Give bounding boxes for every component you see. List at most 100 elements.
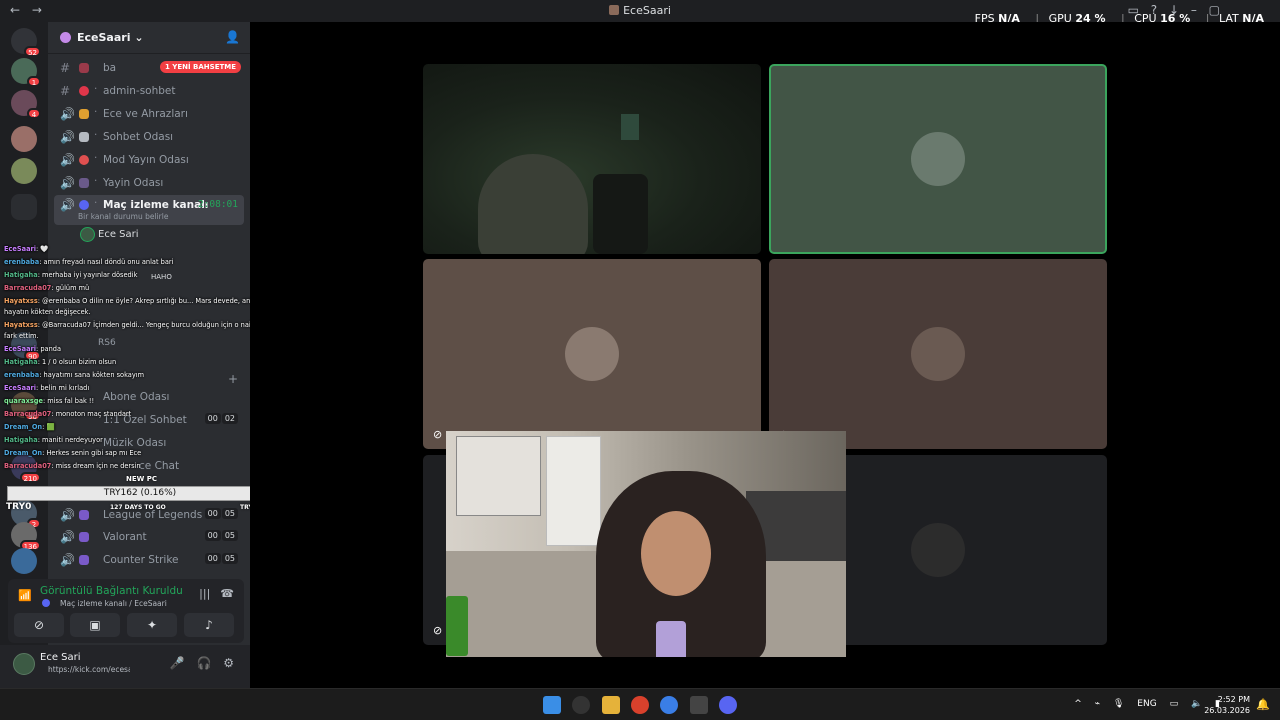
speaker-icon: 🔊 — [60, 107, 75, 121]
chat-text: fark ettim. — [4, 332, 39, 340]
signal-icon[interactable]: 📶 — [18, 589, 32, 602]
channel-emoji — [79, 109, 89, 119]
chat-username: Barracuda07 — [4, 462, 52, 470]
notification-icon[interactable]: 🔔 — [1256, 698, 1270, 711]
bottle — [656, 621, 686, 657]
channel-label: Müzik Odası — [103, 437, 167, 449]
channel-label: Maç izleme kanalı — [103, 199, 209, 211]
chat-message: Hatigaha: maniti nerdeyuyor — [4, 436, 103, 444]
discord-icon[interactable] — [719, 696, 737, 714]
voice-location[interactable]: Maç izleme kanalı / EceSaari — [60, 599, 167, 608]
soundboard-button[interactable]: ♪ — [184, 613, 234, 637]
taskbar-app-icon[interactable] — [660, 696, 678, 714]
server-icon[interactable] — [11, 158, 37, 184]
channel-emoji — [79, 200, 89, 210]
voice-status[interactable]: Görüntülü Bağlantı Kuruldu — [40, 585, 183, 597]
microphone-icon[interactable]: 🎙 — [1113, 699, 1124, 709]
chat-username: Dream_On — [4, 449, 43, 457]
channel-item[interactable]: 🔊 · Ece ve Ahrazları — [54, 104, 244, 124]
channel-item[interactable]: 🔊 · Yayin Odası — [54, 173, 244, 193]
chat-message: Barracuda07: miss dream için ne dersin — [4, 462, 141, 470]
new-mention-pill[interactable]: 1 YENİ BAHSETME — [160, 61, 242, 73]
channel-item[interactable]: 🔊 · Sohbet Odası — [54, 127, 244, 147]
folder-icon[interactable] — [11, 194, 37, 220]
user-limit: 00 02 — [204, 413, 238, 424]
avatar — [911, 327, 965, 381]
user-name[interactable]: Ece Sari — [40, 652, 81, 663]
chat-username: EceSaari — [4, 345, 37, 353]
server-icon[interactable]: 4 — [11, 90, 41, 119]
clock-date: 26.03.2026 — [1204, 706, 1250, 715]
speaker-icon: 🔊 — [60, 176, 75, 190]
channel-emoji — [79, 510, 89, 520]
chat-text: : panda — [36, 345, 61, 353]
server-icon[interactable] — [11, 548, 37, 574]
channel-status[interactable]: Bir kanal durumu belirle — [78, 212, 168, 221]
chrome-icon[interactable] — [631, 696, 649, 714]
video-tile-camera[interactable] — [423, 64, 761, 254]
video-tile-speaking[interactable] — [769, 64, 1107, 254]
voice-user[interactable]: Ece Sari — [80, 227, 139, 242]
activities-button[interactable]: ✦ — [127, 613, 177, 637]
channel-label: admin-sohbet — [103, 85, 176, 97]
can — [446, 596, 468, 656]
add-member-icon[interactable]: 👤 — [225, 30, 240, 44]
server-icon[interactable]: 1 — [11, 58, 41, 87]
gear-icon[interactable]: ⚙ — [223, 656, 234, 670]
microphone-icon[interactable]: 🎤 — [170, 656, 185, 670]
system-tray: ^ ⌁ 🎙 ENG ▭ 🔈 ▮ — [1064, 699, 1220, 709]
avatar — [911, 132, 965, 186]
channel-emoji — [79, 63, 89, 73]
noise-suppression-icon[interactable]: ||| — [199, 587, 210, 600]
chat-text: : merhaba iyi yayınlar dösedik — [37, 271, 138, 279]
taskbar-app-icon[interactable] — [572, 696, 590, 714]
channel-item[interactable]: 🔊 Counter Strike 00 05 — [54, 550, 244, 570]
disconnect-icon[interactable]: ☎ — [220, 587, 234, 600]
chat-text: : amın freyadı nasıl döndü onu anlat bar… — [39, 258, 174, 266]
channel-label: Counter Strike — [103, 554, 179, 566]
screen-share-button[interactable]: ▣ — [70, 613, 120, 637]
camera-off-button[interactable]: ⊘ — [14, 613, 64, 637]
channel-label: Ece ve Ahrazları — [103, 108, 188, 120]
chat-text: : 🟩 — [42, 423, 55, 431]
chat-username: EceSaari — [4, 384, 37, 392]
voice-user-name: Ece Sari — [98, 229, 139, 240]
server-icon[interactable]: 136 — [11, 522, 41, 551]
channel-dot: · — [94, 152, 98, 164]
user-limit: 00 05 — [204, 553, 238, 564]
unread-badge: 4 — [27, 108, 41, 119]
channel-item[interactable]: 🔊 Valorant 00 05 — [54, 527, 244, 547]
channel-item[interactable]: # · admin-sohbet — [54, 81, 244, 101]
volume-icon[interactable]: 🔈 — [1191, 699, 1202, 709]
participant-video — [478, 154, 588, 254]
monitor-icon[interactable]: ▭ — [1170, 699, 1179, 709]
user-limit: 00 05 — [204, 508, 238, 519]
window-title-text: EceSaari — [623, 4, 671, 17]
taskbar: ^ ⌁ 🎙 ENG ▭ 🔈 ▮ 2:52 PM 26.03.2026 🔔 — [0, 688, 1280, 720]
wall-frame — [621, 114, 639, 140]
discord-home-button[interactable]: 52 — [11, 28, 41, 57]
chevron-up-icon[interactable]: ^ — [1074, 699, 1082, 709]
taskbar-app-icon[interactable] — [690, 696, 708, 714]
start-button[interactable] — [543, 696, 561, 714]
clock[interactable]: 2:52 PM 26.03.2026 — [1204, 694, 1250, 716]
avatar — [565, 327, 619, 381]
headphones-icon[interactable]: 🎧 — [196, 656, 211, 670]
gaming-chair — [593, 174, 648, 254]
door — [546, 436, 601, 546]
avatar[interactable] — [13, 653, 35, 675]
user-max: 05 — [221, 508, 238, 519]
unread-badge: 210 — [19, 472, 41, 483]
file-explorer-icon[interactable] — [602, 696, 620, 714]
channel-item-active[interactable]: 🔊 · Maç izleme kanalı 2:08:01 Bir kanal … — [54, 195, 244, 225]
add-channel-icon[interactable]: + — [228, 372, 238, 386]
network-icon[interactable]: ⌁ — [1095, 699, 1100, 709]
video-tile[interactable]: ⊘ — [423, 259, 761, 449]
server-header[interactable]: EceSaari ⌄ 👤 — [48, 22, 250, 54]
channel-dot: · — [94, 83, 98, 95]
channel-item[interactable]: 🔊 · Mod Yayın Odası — [54, 150, 244, 170]
video-tile[interactable]: ⊘ — [769, 259, 1107, 449]
language-indicator[interactable]: ENG — [1137, 699, 1156, 709]
chat-username: Barracuda07 — [4, 284, 52, 292]
server-icon[interactable] — [11, 126, 37, 152]
